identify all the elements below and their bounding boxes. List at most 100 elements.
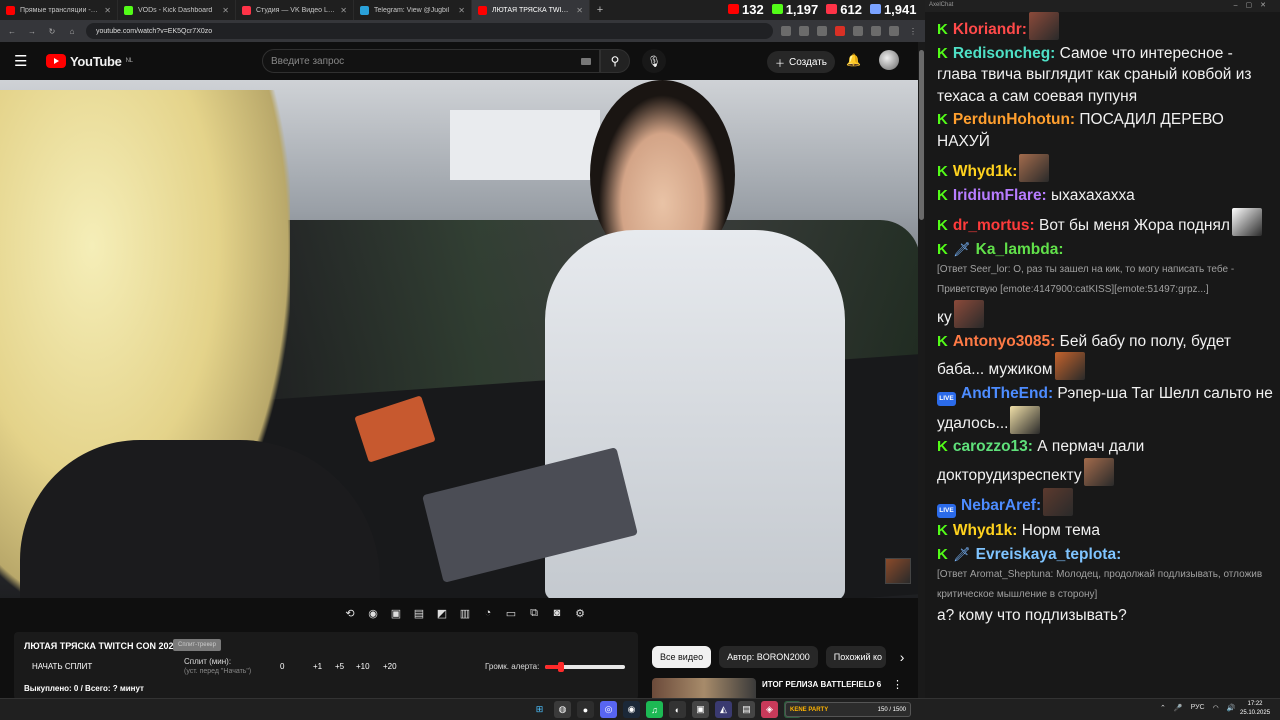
search-button[interactable]: ⚲ [600, 49, 630, 73]
people-icon [869, 4, 881, 14]
chevron-up-icon[interactable]: ⌃ [1160, 704, 1166, 712]
tab-label: Telegram: View @Jugbil [374, 6, 450, 14]
loop-icon[interactable]: ⟲ [340, 603, 360, 623]
picture-in-picture-icon[interactable]: ⧉ [524, 603, 544, 623]
system-clock[interactable]: 17:22 25.10.2025 [1240, 700, 1270, 718]
browser-tab[interactable]: Прямые трансляции - YouTube ✕ [0, 0, 118, 20]
app-icon[interactable]: ◈ [761, 701, 778, 718]
chrome-icon[interactable]: ◍ [554, 701, 571, 718]
recommended-video[interactable]: ИТОГ РЕЛИЗА BATTLEFIELD 6 ⋮ [652, 678, 920, 698]
chat-emote-image [1019, 154, 1050, 182]
tab-close-icon[interactable]: ✕ [458, 6, 465, 15]
increment-button[interactable]: +1 [313, 662, 322, 671]
start-split-button[interactable]: НАЧАТЬ СПЛИТ [32, 662, 92, 671]
microphone-tray-icon[interactable]: 🎤 [1174, 704, 1183, 712]
tab-close-icon[interactable]: ✕ [576, 6, 583, 15]
tab-close-icon[interactable]: ✕ [222, 6, 229, 15]
film-icon[interactable]: ▥ [455, 603, 475, 623]
forward-icon[interactable]: → [26, 27, 38, 36]
viewer-count: 1,197 [785, 1, 819, 17]
new-tab-button[interactable]: + [590, 0, 610, 20]
wifi-icon[interactable]: ◠ [1213, 704, 1219, 712]
obs-icon[interactable]: ● [577, 701, 594, 718]
account-avatar[interactable] [879, 50, 899, 70]
zoom-icon[interactable] [799, 26, 809, 36]
voice-search-button[interactable]: 🎙 [642, 49, 666, 73]
aspect-ratio-icon[interactable]: ◩ [432, 603, 452, 623]
youtube-logo[interactable]: YouTube NL [46, 54, 133, 69]
app-icon[interactable]: ▣ [692, 701, 709, 718]
input-language[interactable]: РУС [1191, 704, 1205, 712]
reload-icon[interactable]: ↻ [46, 27, 58, 36]
increment-button[interactable]: +10 [356, 662, 370, 671]
recommended-title[interactable]: ИТОГ РЕЛИЗА BATTLEFIELD 6 [762, 680, 881, 689]
chat-username[interactable]: IridiumFlare: [953, 187, 1047, 204]
scrollbar-thumb[interactable] [919, 50, 924, 220]
camera-icon[interactable]: ◙ [547, 603, 567, 623]
profile-icon[interactable] [889, 26, 899, 36]
notifications-bell-icon[interactable]: 🔔 [846, 53, 861, 67]
increment-button[interactable]: +5 [335, 662, 344, 671]
cinema-mode-icon[interactable]: ▭ [501, 603, 521, 623]
tab-close-icon[interactable]: ✕ [340, 6, 347, 15]
app-icon[interactable]: ◐ [669, 701, 686, 718]
chat-username[interactable]: AndTheEnd: [961, 385, 1053, 402]
chat-username[interactable]: PerdunHohotun: [953, 111, 1075, 128]
chat-username[interactable]: dr_mortus: [953, 217, 1035, 234]
chat-username[interactable]: Ka_lambda: [976, 241, 1064, 258]
settings-gear-icon[interactable]: ⚙ [570, 603, 590, 623]
url-field[interactable]: youtube.com/watch?v=EK5Qcr7X0zo [86, 23, 773, 39]
chat-username[interactable]: Whyd1k: [953, 522, 1018, 539]
video-player[interactable] [0, 80, 918, 598]
increment-button[interactable]: +20 [383, 662, 397, 671]
extensions-puzzle-icon[interactable] [853, 26, 863, 36]
chat-username[interactable]: NebarAref: [961, 497, 1041, 514]
screenshot-save-icon[interactable]: ▣ [386, 603, 406, 623]
window-controls[interactable]: –▢✕ [1234, 1, 1274, 9]
page-scrollbar[interactable] [918, 42, 925, 698]
browser-tab[interactable]: Telegram: View @Jugbil ✕ [354, 0, 472, 20]
browser-tab[interactable]: Студия — VK Видео Live ✕ [236, 0, 354, 20]
app-icon[interactable]: ▤ [738, 701, 755, 718]
chat-username[interactable]: Antonyo3085: [953, 333, 1056, 350]
chip-author[interactable]: Автор: BORON2000 [719, 646, 818, 668]
home-icon[interactable]: ⌂ [66, 27, 78, 36]
chat-username[interactable]: Kloriandr: [953, 21, 1027, 38]
back-icon[interactable]: ← [6, 27, 18, 36]
chip-similar[interactable]: Похожий ко [825, 646, 886, 668]
app-icon[interactable]: ◭ [715, 701, 732, 718]
chip-all-videos[interactable]: Все видео [652, 646, 712, 668]
chat-username[interactable]: Redisoncheg: [953, 45, 1055, 62]
chevron-right-icon[interactable]: › [900, 649, 905, 665]
keyboard-icon[interactable] [581, 58, 591, 65]
chat-username[interactable]: Evreiskaya_teplota: [976, 546, 1122, 563]
alert-volume-slider[interactable] [545, 662, 625, 672]
alert-volume-knob[interactable] [558, 662, 564, 672]
browser-menu-icon[interactable]: ⋮ [907, 27, 919, 36]
clapper-icon[interactable]: ▤ [409, 603, 429, 623]
sword-badge-icon: 🗡 [952, 545, 971, 562]
create-button[interactable]: ＋ Создать [767, 51, 836, 73]
browser-tab[interactable]: VODs - Kick Dashboard ✕ [118, 0, 236, 20]
split-value[interactable]: 0 [280, 662, 284, 671]
tab-close-icon[interactable]: ✕ [104, 6, 111, 15]
speed-gauge-icon[interactable]: ◔ [478, 603, 498, 623]
download-icon[interactable] [871, 26, 881, 36]
broadcast-icon[interactable]: ◉ [363, 603, 383, 623]
steam-icon[interactable]: ◉ [623, 701, 640, 718]
microphone-icon: 🎙 [647, 55, 661, 68]
discord-icon[interactable]: ◎ [600, 701, 617, 718]
bookmark-star-icon[interactable] [817, 26, 827, 36]
chat-username[interactable]: Whyd1k: [953, 163, 1018, 180]
video-thumbnail[interactable] [652, 678, 756, 698]
more-options-icon[interactable]: ⋮ [892, 678, 903, 691]
adblock-icon[interactable] [835, 26, 845, 36]
search-input[interactable]: Введите запрос [262, 49, 600, 73]
spotify-icon[interactable]: ♫ [646, 701, 663, 718]
chat-username[interactable]: carozzo13: [953, 438, 1033, 455]
volume-icon[interactable]: 🔊 [1227, 704, 1236, 712]
start-icon[interactable]: ⊞ [531, 701, 548, 718]
hamburger-menu-icon[interactable]: ☰ [14, 52, 32, 70]
browser-tab-active[interactable]: ЛЮТАЯ ТРЯСКА TWITCH C ✕ [472, 0, 590, 20]
extension-icon[interactable] [781, 26, 791, 36]
